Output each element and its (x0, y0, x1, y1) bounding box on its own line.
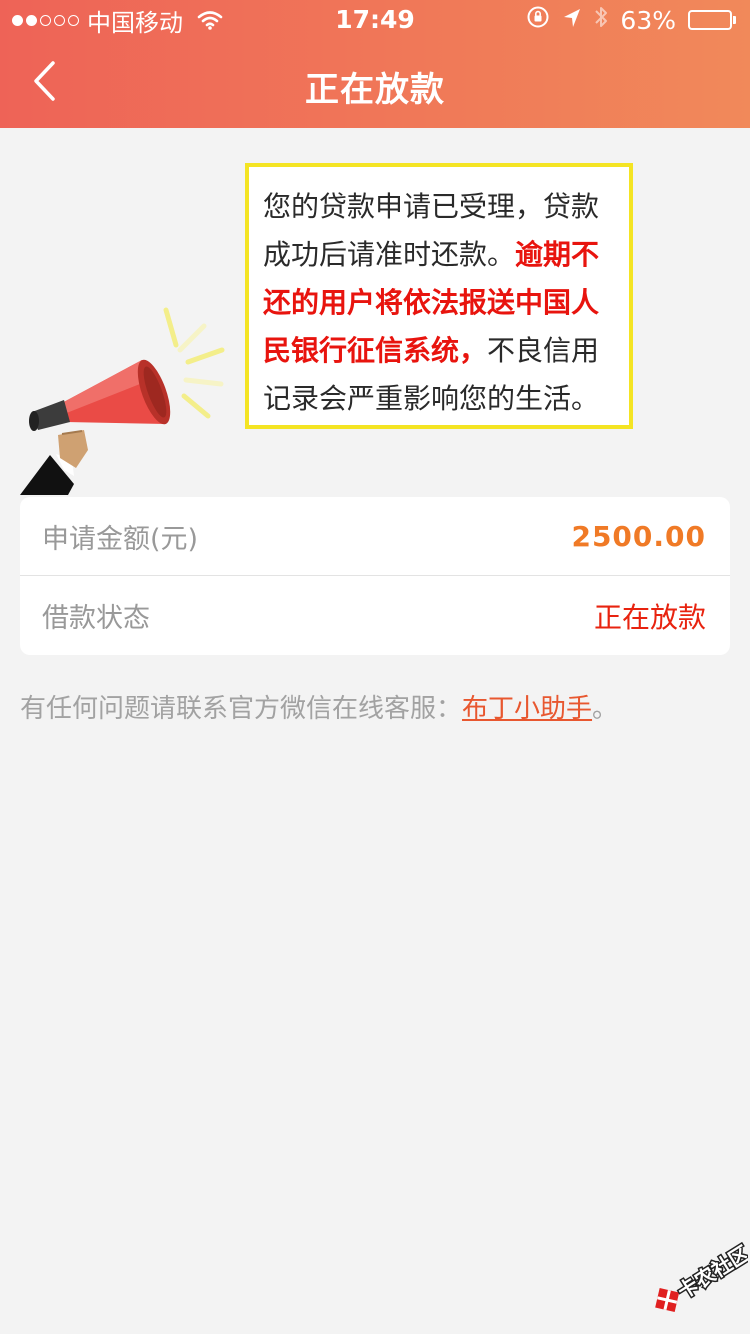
battery-percent: 63% (620, 5, 676, 35)
watermark-logo: 卡农社区 (644, 1238, 750, 1318)
megaphone-icon (16, 300, 236, 498)
bluetooth-icon (594, 4, 608, 36)
header: 中国移动 17:49 63% 正在放款 (0, 0, 750, 128)
contact-suffix: 。 (592, 694, 619, 724)
contact-text: 有任何问题请联系官方微信在线客服： (20, 694, 463, 724)
wechat-helper-link[interactable]: 布丁小助手 (462, 694, 592, 724)
orientation-lock-icon (526, 5, 550, 35)
status-row: 借款状态 正在放款 (20, 576, 730, 655)
nav-bar: 正在放款 (0, 40, 750, 128)
watermark-text: 卡农社区 (673, 1241, 748, 1304)
contact-line: 有任何问题请联系官方微信在线客服：布丁小助手。 (20, 688, 618, 725)
location-arrow-icon (562, 6, 582, 35)
status-right: 63% (526, 4, 736, 36)
loan-status-value: 正在放款 (593, 600, 706, 634)
amount-label: 申请金额(元) (42, 523, 199, 555)
battery-icon (688, 10, 736, 30)
page-title: 正在放款 (305, 70, 445, 110)
notice-box: 您的贷款申请已受理，贷款成功后请准时还款。逾期不还的用户将依法报送中国人民银行征… (245, 163, 633, 429)
amount-row: 申请金额(元) 2500.00 (20, 497, 730, 576)
status-label: 借款状态 (42, 603, 150, 634)
amount-value: 2500.00 (571, 519, 706, 553)
loan-info-card: 申请金额(元) 2500.00 借款状态 正在放款 (20, 497, 730, 655)
status-bar: 中国移动 17:49 63% (0, 0, 750, 40)
